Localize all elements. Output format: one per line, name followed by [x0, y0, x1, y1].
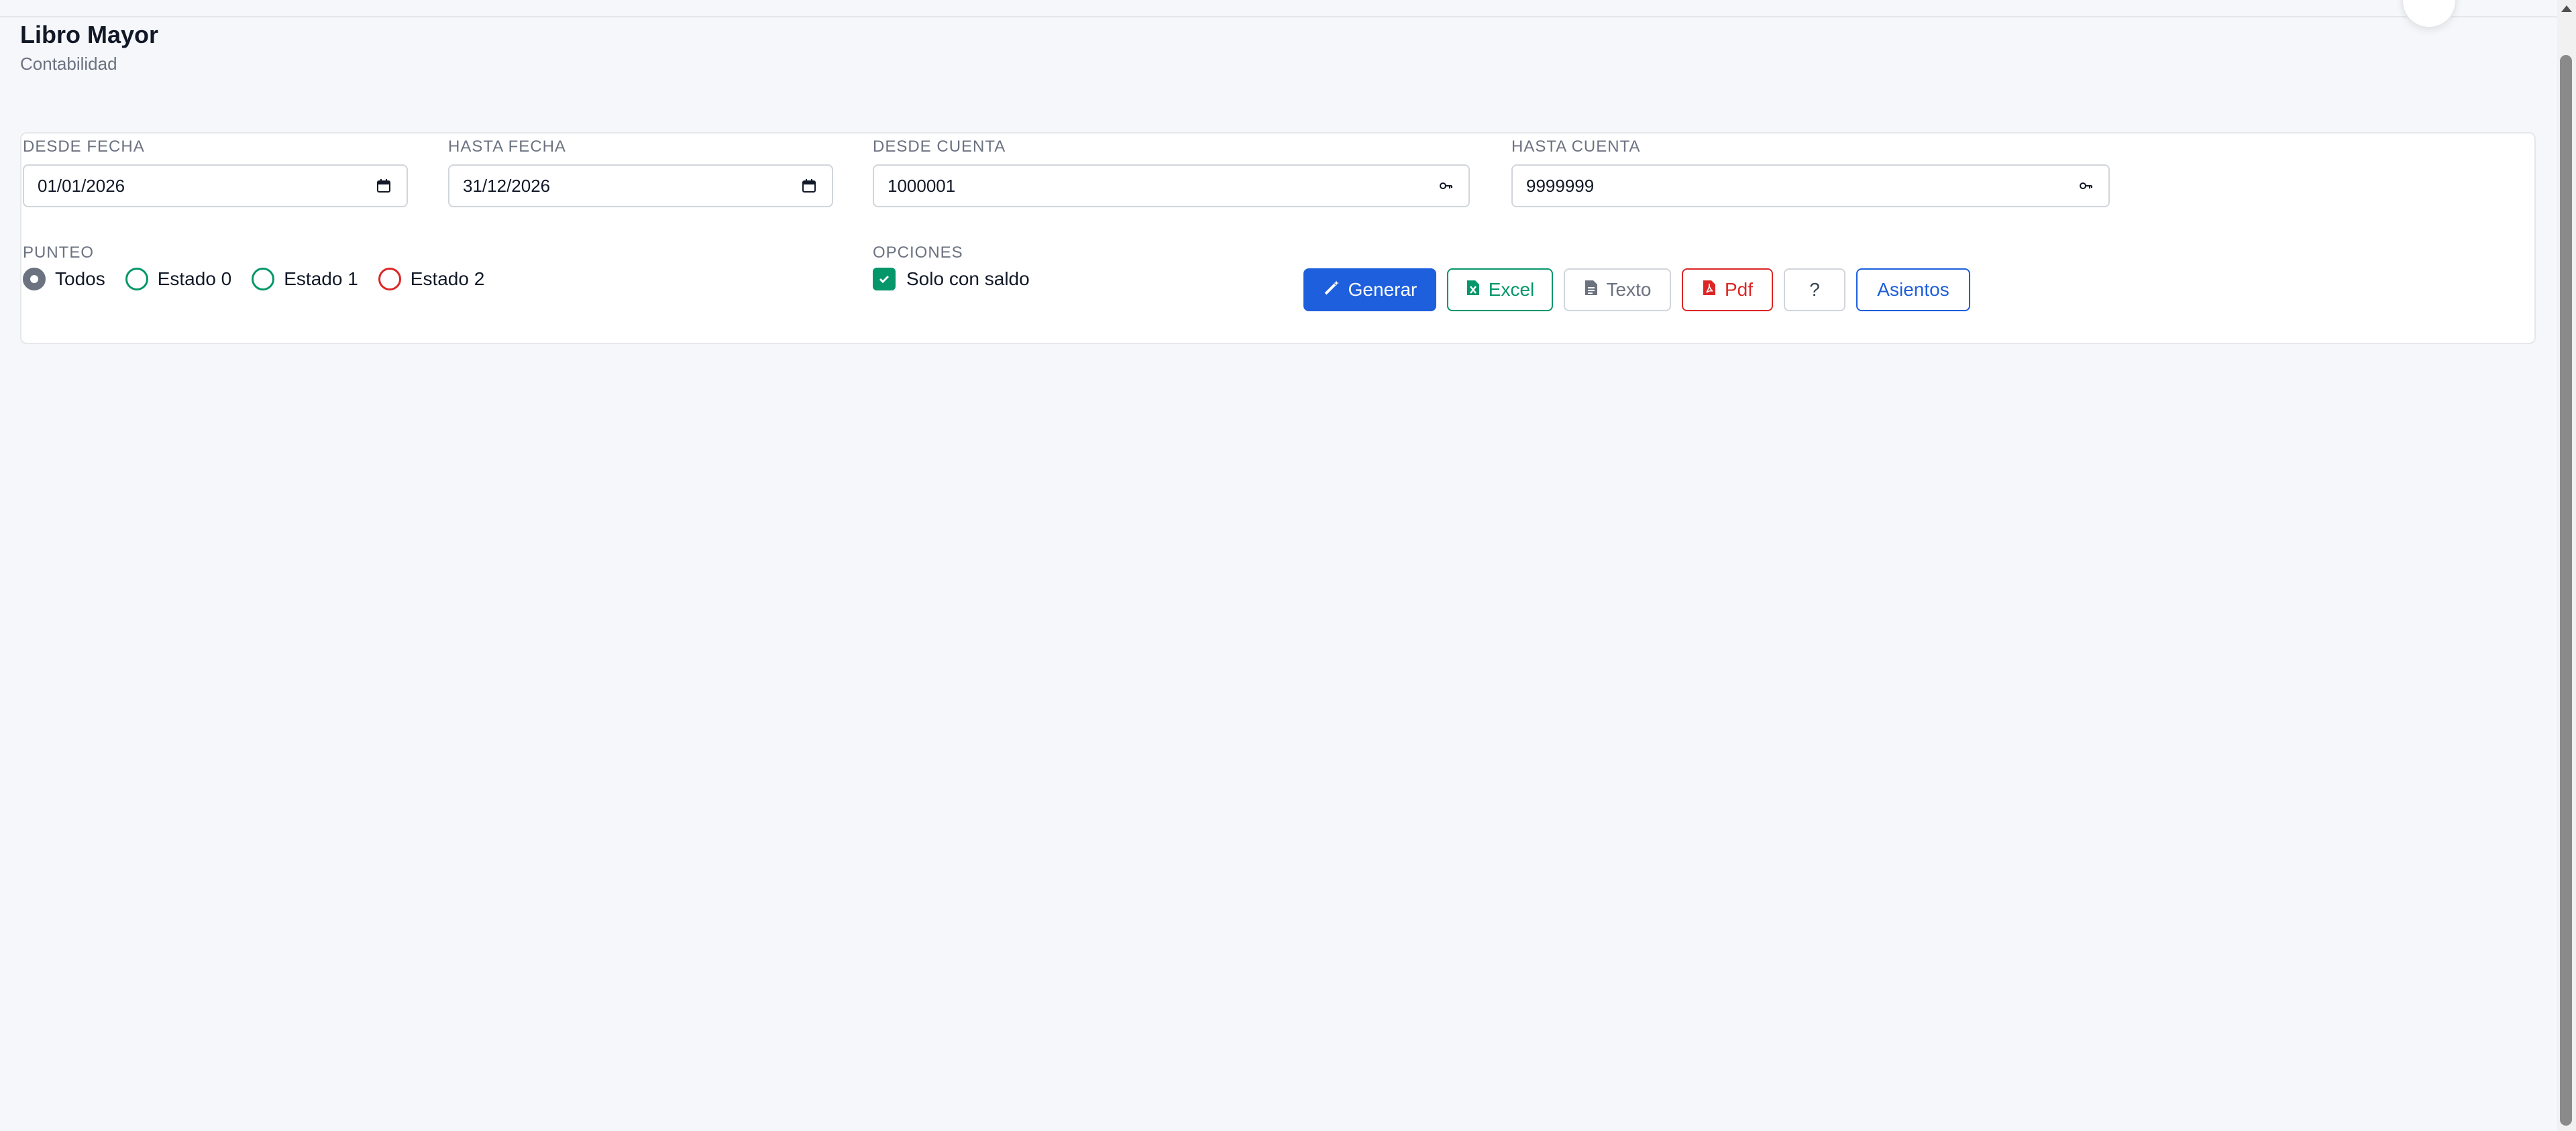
solo-con-saldo-checkbox[interactable]: Solo con saldo [873, 268, 1030, 290]
radio-label: Estado 1 [284, 268, 358, 289]
asientos-button[interactable]: Asientos [1856, 268, 1970, 311]
hasta-fecha-input[interactable]: 31/12/2026 [448, 164, 833, 207]
desde-cuenta-label: DESDE CUENTA [873, 138, 1006, 156]
excel-label: Excel [1488, 279, 1535, 300]
desde-cuenta-value: 1000001 [888, 175, 956, 196]
hasta-fecha-value: 31/12/2026 [463, 175, 551, 196]
desde-cuenta-input[interactable]: 1000001 [873, 164, 1470, 207]
checkbox-checked[interactable] [873, 268, 896, 290]
asientos-label: Asientos [1877, 279, 1949, 300]
opciones-label: OPCIONES [873, 244, 963, 262]
top-bar [0, 0, 2557, 17]
magic-wand-icon [1323, 279, 1340, 301]
texto-label: Texto [1606, 279, 1652, 300]
help-button[interactable]: ? [1784, 268, 1845, 311]
floating-action-button[interactable] [2402, 0, 2457, 28]
radio-circle-selected[interactable] [23, 268, 46, 290]
filters-card: DESDE FECHA 01/01/2026 HASTA FECHA 31/12… [20, 132, 2536, 344]
desde-fecha-label: DESDE FECHA [23, 138, 145, 156]
file-pdf-icon [1702, 279, 1717, 301]
calendar-icon[interactable] [374, 176, 393, 195]
help-label: ? [1809, 279, 1820, 300]
radio-circle[interactable] [252, 268, 275, 290]
radio-label: Estado 2 [410, 268, 485, 289]
radio-label: Estado 0 [157, 268, 232, 289]
desde-fecha-value: 01/01/2026 [38, 175, 125, 196]
hasta-cuenta-value: 9999999 [1526, 175, 1595, 196]
file-excel-icon [1466, 279, 1481, 301]
scrollbar-thumb[interactable] [2560, 55, 2572, 1126]
hasta-cuenta-input[interactable]: 9999999 [1511, 164, 2110, 207]
desde-fecha-input[interactable]: 01/01/2026 [23, 164, 408, 207]
hasta-cuenta-label: HASTA CUENTA [1511, 138, 1641, 156]
excel-button[interactable]: Excel [1447, 268, 1553, 311]
radio-todos[interactable]: Todos [23, 268, 105, 290]
generar-button[interactable]: Generar [1303, 268, 1436, 311]
punteo-label: PUNTEO [23, 244, 95, 262]
pdf-button[interactable]: Pdf [1682, 268, 1773, 311]
radio-estado-0[interactable]: Estado 0 [125, 268, 232, 290]
hasta-fecha-label: HASTA FECHA [448, 138, 566, 156]
generar-label: Generar [1348, 279, 1417, 300]
page-title: Libro Mayor [20, 21, 159, 48]
radio-estado-1[interactable]: Estado 1 [252, 268, 358, 290]
calendar-icon[interactable] [800, 176, 818, 195]
texto-button[interactable]: Texto [1564, 268, 1671, 311]
checkbox-label: Solo con saldo [906, 268, 1030, 289]
radio-label: Todos [55, 268, 105, 289]
page-subtitle: Contabilidad [20, 54, 117, 74]
punteo-radio-group: Todos Estado 0 Estado 1 Estado 2 [23, 268, 504, 290]
radio-circle[interactable] [378, 268, 401, 290]
key-icon [2076, 176, 2095, 195]
key-icon [1436, 176, 1455, 195]
page-header: Libro Mayor Contabilidad [20, 20, 158, 75]
file-text-icon [1584, 279, 1599, 301]
radio-estado-2[interactable]: Estado 2 [378, 268, 485, 290]
pdf-label: Pdf [1724, 279, 1754, 300]
radio-circle[interactable] [125, 268, 148, 290]
scroll-up-arrow-icon[interactable] [2561, 5, 2572, 12]
